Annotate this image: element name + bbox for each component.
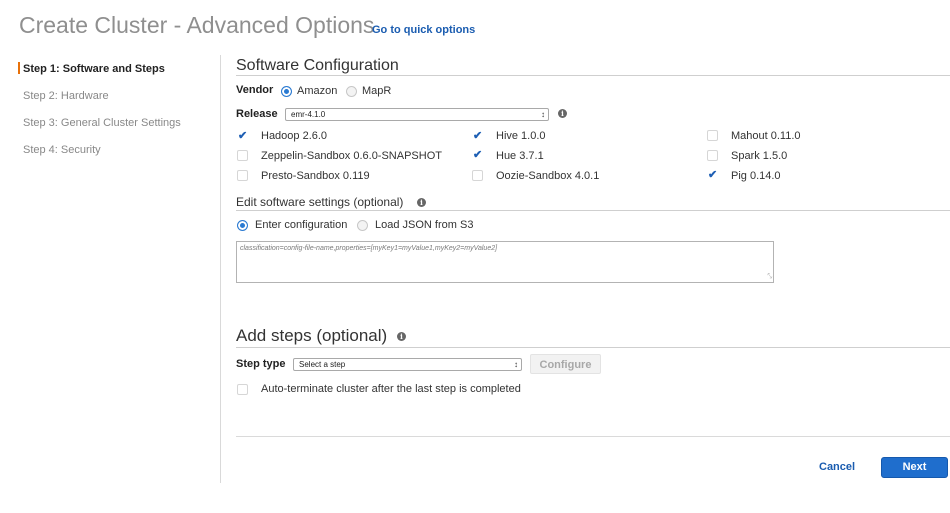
nav-step-software-and-steps[interactable]: Step 1: Software and Steps xyxy=(23,63,165,75)
release-select-value: emr-4.1.0 xyxy=(291,110,326,119)
footer-divider xyxy=(236,436,950,437)
software-configuration-heading: Software Configuration xyxy=(236,57,399,74)
app-spark-checkbox[interactable] xyxy=(707,150,718,161)
configuration-placeholder: classification=config-file-name,properti… xyxy=(240,245,498,252)
add-steps-heading: Add steps (optional) xyxy=(236,326,388,345)
load-json-s3-label: Load JSON from S3 xyxy=(375,219,474,231)
info-icon[interactable]: i xyxy=(417,198,426,207)
step-type-select-value: Select a step xyxy=(299,360,346,369)
nav-step-security[interactable]: Step 4: Security xyxy=(23,144,101,156)
page-title: Create Cluster - Advanced Options xyxy=(19,12,375,38)
auto-terminate-checkbox[interactable] xyxy=(237,384,248,395)
check-icon[interactable]: ✔ xyxy=(473,131,482,142)
load-json-s3-radio[interactable] xyxy=(357,220,368,231)
vendor-amazon-label: Amazon xyxy=(297,85,338,97)
active-step-marker xyxy=(18,62,20,74)
step-type-label: Step type xyxy=(236,358,286,370)
info-icon[interactable]: i xyxy=(397,332,406,341)
cancel-button[interactable]: Cancel xyxy=(819,461,855,473)
section-divider xyxy=(236,347,950,348)
check-icon[interactable]: ✔ xyxy=(708,170,717,181)
resize-grip-icon[interactable]: ⤡ xyxy=(766,273,772,281)
app-oozie-checkbox[interactable] xyxy=(472,170,483,181)
app-mahout-label: Mahout 0.11.0 xyxy=(731,130,801,142)
app-mahout-checkbox[interactable] xyxy=(707,130,718,141)
updown-arrow-icon: ↕ xyxy=(514,360,518,369)
section-divider xyxy=(236,210,950,211)
info-icon[interactable]: i xyxy=(558,109,567,118)
enter-configuration-radio[interactable] xyxy=(237,220,248,231)
app-presto-checkbox[interactable] xyxy=(237,170,248,181)
app-zeppelin-label: Zeppelin-Sandbox 0.6.0-SNAPSHOT xyxy=(261,150,442,162)
nav-step-general-cluster-settings[interactable]: Step 3: General Cluster Settings xyxy=(23,117,181,129)
vendor-amazon-radio[interactable] xyxy=(281,86,292,97)
step-type-select[interactable]: Select a step ↕ xyxy=(293,358,522,371)
app-pig-label: Pig 0.14.0 xyxy=(731,170,781,182)
go-to-quick-options-link[interactable]: Go to quick options xyxy=(372,24,475,36)
app-hue-label: Hue 3.7.1 xyxy=(496,150,544,162)
nav-step-hardware[interactable]: Step 2: Hardware xyxy=(23,90,109,102)
next-button[interactable]: Next xyxy=(881,457,948,478)
configure-button[interactable]: Configure xyxy=(530,354,601,374)
vendor-mapr-label: MapR xyxy=(362,85,392,97)
app-hive-label: Hive 1.0.0 xyxy=(496,130,546,142)
check-icon[interactable]: ✔ xyxy=(238,131,247,142)
release-label: Release xyxy=(236,108,278,120)
section-divider xyxy=(236,75,950,76)
vendor-mapr-radio[interactable] xyxy=(346,86,357,97)
app-hadoop-label: Hadoop 2.6.0 xyxy=(261,130,328,142)
release-select[interactable]: emr-4.1.0 ↕ xyxy=(285,108,549,121)
auto-terminate-label: Auto-terminate cluster after the last st… xyxy=(261,383,521,395)
nav-divider xyxy=(220,55,221,483)
app-oozie-label: Oozie-Sandbox 4.0.1 xyxy=(496,170,600,182)
app-presto-label: Presto-Sandbox 0.119 xyxy=(261,170,370,182)
app-spark-label: Spark 1.5.0 xyxy=(731,150,788,162)
vendor-label: Vendor xyxy=(236,84,274,96)
configuration-textarea[interactable]: classification=config-file-name,properti… xyxy=(236,241,774,283)
app-zeppelin-checkbox[interactable] xyxy=(237,150,248,161)
edit-software-settings-heading: Edit software settings (optional) xyxy=(236,195,404,209)
updown-arrow-icon: ↕ xyxy=(541,110,545,119)
check-icon[interactable]: ✔ xyxy=(473,150,482,161)
enter-configuration-label: Enter configuration xyxy=(255,219,348,231)
